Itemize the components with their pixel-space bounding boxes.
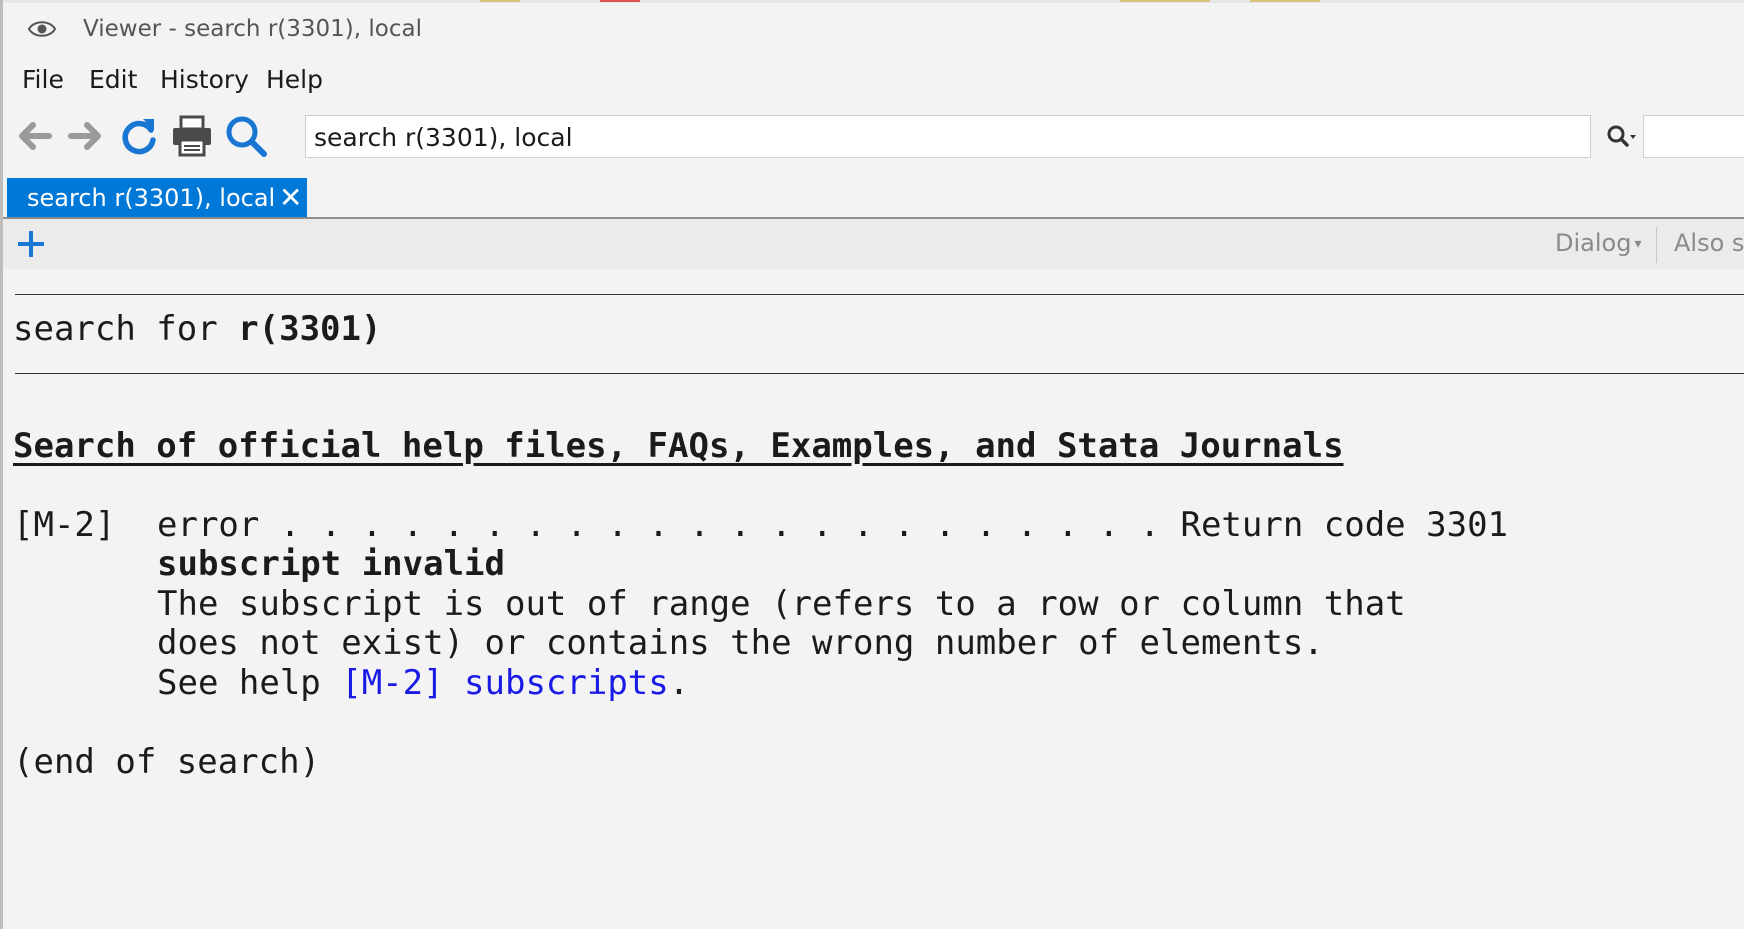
print-button[interactable] [169,113,215,159]
entry-title-line: error . . . . . . . . . . . . . . . . . … [157,505,1509,545]
divider [15,294,1744,295]
viewer-subbar: Dialog ▾ Also s [3,219,1744,269]
tab-search-result[interactable]: search r(3301), local ✕ [7,178,307,217]
dialog-dropdown[interactable]: Dialog ▾ [1555,229,1641,257]
plus-icon [18,231,44,257]
title-bar: Viewer - search r(3301), local [3,3,1744,57]
arrow-left-icon [19,122,52,150]
entry-description-line: The subscript is out of range (refers to… [157,584,1406,624]
address-input[interactable]: search r(3301), local [305,115,1591,158]
entry-tag: [M-2] [13,505,116,545]
entry-subtitle: subscript invalid [157,544,505,584]
arrow-right-icon [68,122,101,150]
end-of-search: (end of search) [13,742,321,782]
section-heading: Search of official help files, FAQs, Exa… [13,426,1344,466]
back-button[interactable] [11,113,57,159]
subscripts-help-link[interactable]: [M-2] subscripts [341,663,669,703]
search-button[interactable] [223,113,269,159]
entry-description-line: does not exist) or contains the wrong nu… [157,623,1324,663]
search-prefix: search for [13,309,239,349]
also-see-dropdown[interactable]: Also s [1674,229,1744,257]
toolbar: search r(3301), local [3,103,1744,171]
menu-help[interactable]: Help [266,65,323,94]
divider [1656,227,1657,263]
chevron-down-icon: ▾ [1634,236,1642,252]
divider [15,373,1744,374]
forward-button[interactable] [63,113,109,159]
find-dropdown-button[interactable] [1601,117,1641,157]
window-title: Viewer - search r(3301), local [83,16,422,42]
refresh-button[interactable] [116,113,162,159]
add-tab-button[interactable] [13,226,49,262]
refresh-icon [122,119,156,155]
printer-icon [173,115,211,157]
find-input[interactable] [1643,115,1744,158]
eye-icon [27,17,57,41]
address-text: search r(3301), local [314,123,573,152]
find-icon [1607,125,1636,147]
tab-strip: search r(3301), local ✕ [3,171,1744,219]
search-term: r(3301) [238,309,382,349]
dialog-label: Dialog [1555,229,1632,257]
entry-see-help: See help [M-2] subscripts. [157,663,689,703]
see-help-prefix: See help [157,663,342,703]
tab-label: search r(3301), local [27,184,276,212]
menu-edit[interactable]: Edit [89,65,137,94]
menu-bar: File Edit History Help [3,57,1744,103]
magnifier-icon [226,116,267,157]
search-header: search for r(3301) [13,309,381,349]
menu-file[interactable]: File [22,65,64,94]
see-help-suffix: . [668,663,690,703]
viewer-content: search for r(3301) Search of official he… [3,269,1744,929]
close-icon[interactable]: ✕ [279,181,302,214]
menu-history[interactable]: History [160,65,249,94]
